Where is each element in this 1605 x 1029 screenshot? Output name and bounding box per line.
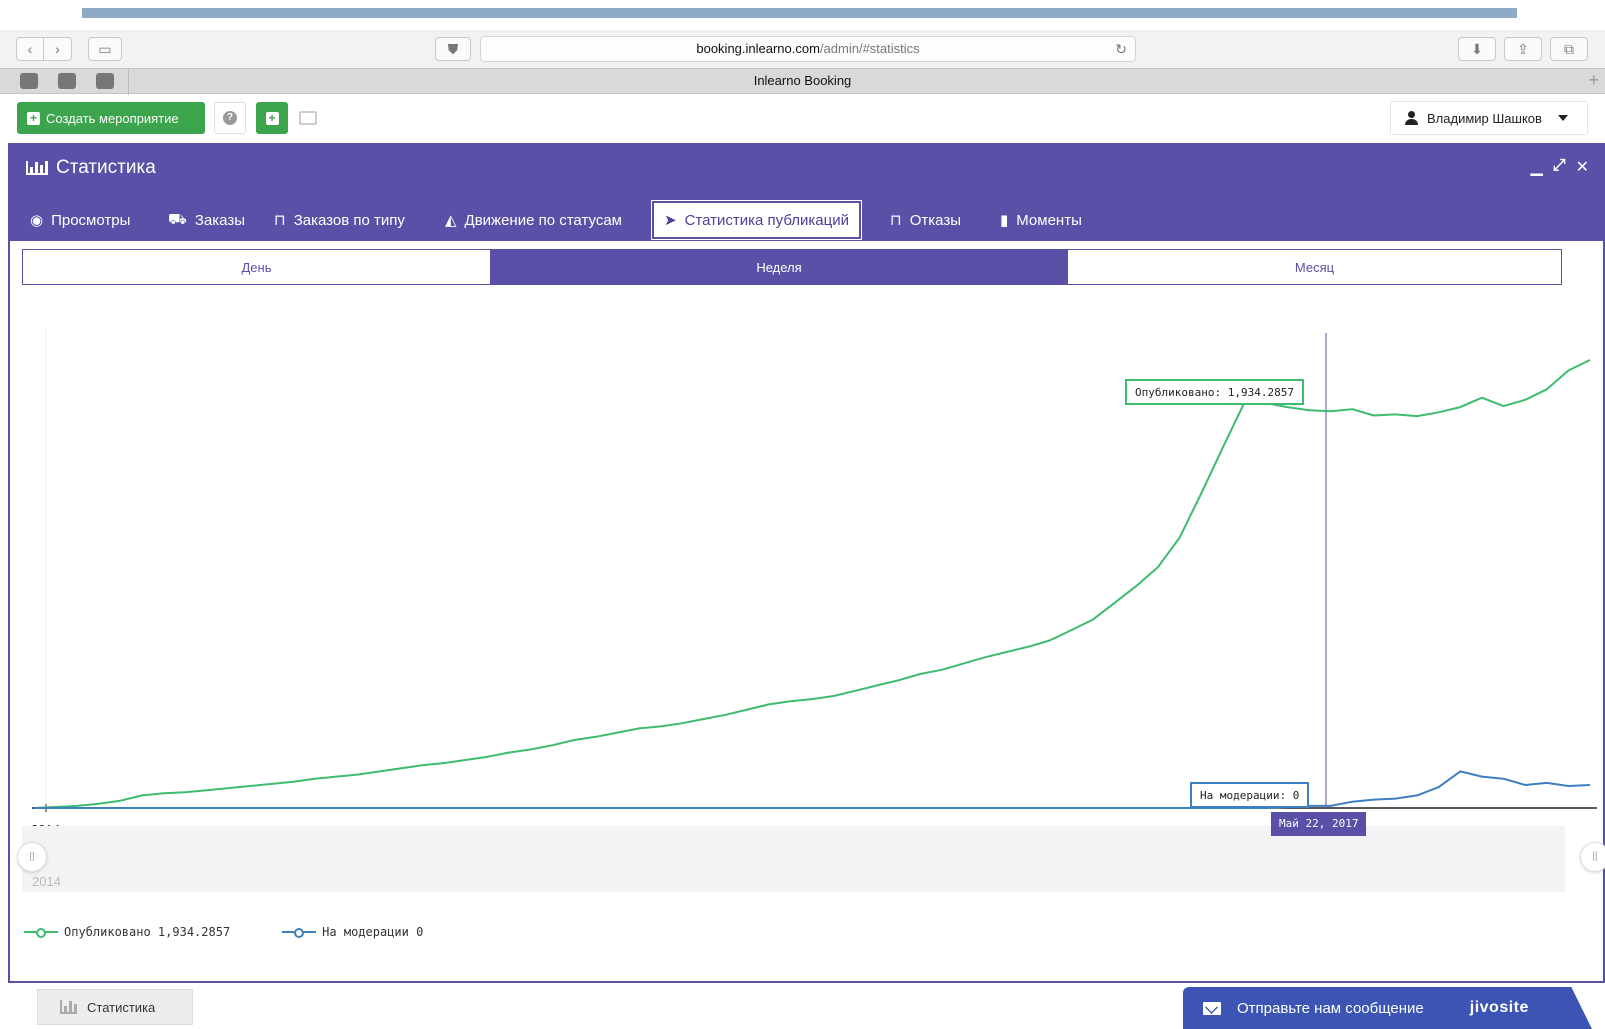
legend-label: Опубликовано 1,934.2857 (64, 925, 231, 939)
minimized-tab-label: Статистика (87, 999, 156, 1015)
envelope-icon (1203, 1001, 1221, 1015)
series-layer (33, 359, 1591, 809)
jivosite-logo: jivosite (1469, 999, 1529, 1016)
crosshair-date-label: Май 22, 2017 (1271, 812, 1367, 836)
legend-swatch (24, 928, 58, 938)
chart-legend: Опубликовано 1,934.2857 На модерации 0 (24, 925, 423, 939)
bar-chart-icon (60, 1000, 77, 1014)
navigator-right-handle[interactable]: || (1580, 842, 1605, 872)
legend-swatch (282, 928, 317, 938)
legend-label: На модерации 0 (322, 925, 424, 939)
navigator-year-label: 2014 (32, 874, 61, 889)
legend-item-moderation[interactable]: На модерации 0 (282, 925, 423, 939)
legend-item-published[interactable]: Опубликовано 1,934.2857 (24, 925, 230, 939)
series-line-published[interactable] (33, 359, 1591, 809)
navigator-left-handle[interactable]: || (17, 842, 47, 872)
series-line-moderation[interactable] (34, 770, 1591, 809)
page: ‹ › ▭ ⛊ booking.inlearno.com/admin/#stat… (0, 0, 1605, 1029)
chat-widget-text: Отправьте нам сообщение (1237, 999, 1424, 1017)
chat-widget-button[interactable]: Отправьте нам сообщение jivosite (1183, 987, 1567, 1029)
tooltip-moderation: На модерации: 0 (1190, 782, 1310, 808)
tooltip-published: Опубликовано: 1,934.2857 (1125, 379, 1304, 405)
minimized-statistics-tab[interactable]: Статистика (37, 989, 193, 1025)
publication-chart: 2014 || || 2014 Опубликовано: 1,934.2857… (0, 0, 1605, 1029)
